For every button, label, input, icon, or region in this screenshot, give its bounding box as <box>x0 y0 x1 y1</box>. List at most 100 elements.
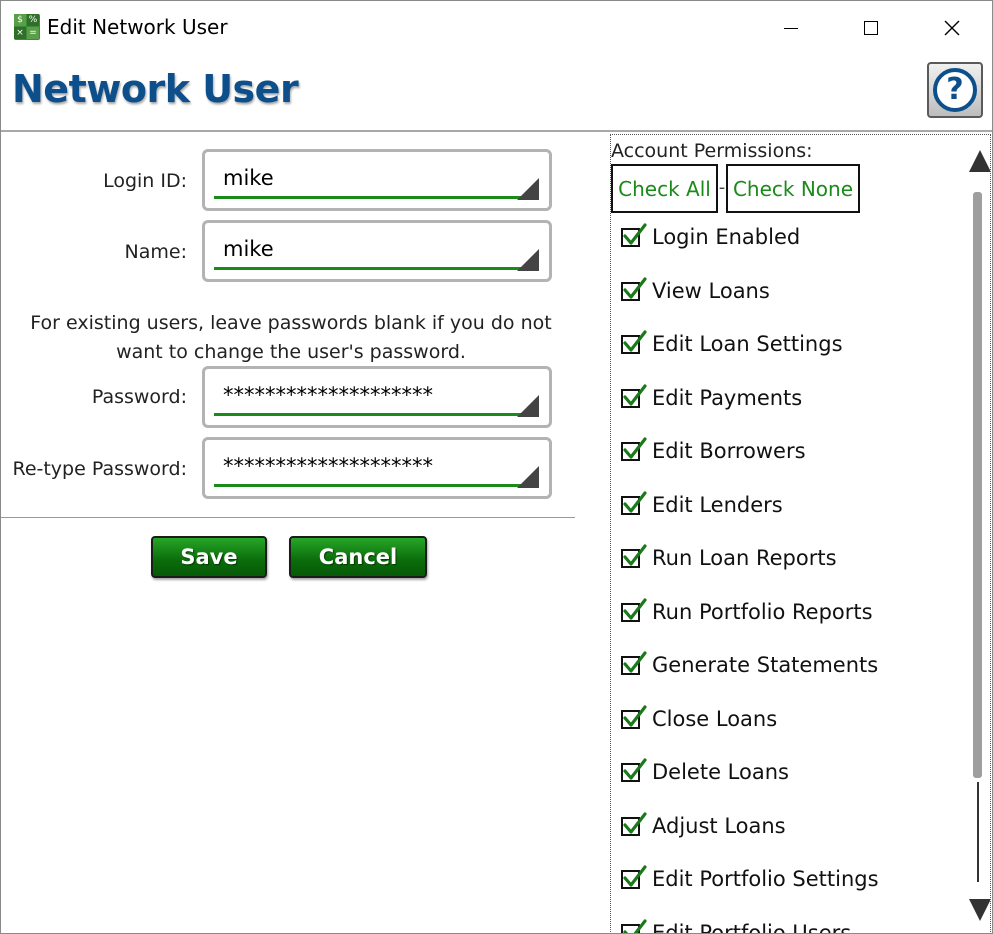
scroll-track[interactable] <box>977 782 979 882</box>
checkmark-icon <box>623 919 647 933</box>
icon-glyph: = <box>27 27 39 39</box>
checkmark-icon <box>623 812 647 834</box>
permission-checkbox[interactable] <box>621 865 647 889</box>
icon-glyph: × <box>14 27 26 39</box>
name-value: mike <box>223 237 274 261</box>
permission-label: Generate Statements <box>652 653 879 677</box>
permission-item[interactable]: Edit Portfolio Users <box>611 919 951 934</box>
maximize-icon <box>864 21 878 35</box>
permission-checkbox[interactable] <box>621 223 647 247</box>
permission-item[interactable]: Edit Payments <box>611 384 951 416</box>
permissions-title: Account Permissions: <box>611 140 813 162</box>
password-label: Password: <box>91 386 187 408</box>
permission-label: View Loans <box>652 279 770 303</box>
permission-label: Adjust Loans <box>652 814 786 838</box>
minimize-icon <box>784 27 798 29</box>
permission-label: Edit Payments <box>652 386 803 410</box>
checkmark-icon <box>623 865 647 887</box>
retype-password-value: ******************** <box>223 454 433 478</box>
password-note: For existing users, leave passwords blan… <box>30 312 552 363</box>
permission-checkbox[interactable] <box>621 491 647 515</box>
checkmark-icon <box>623 437 647 459</box>
close-button[interactable] <box>912 1 992 55</box>
permission-item[interactable]: Login Enabled <box>611 223 951 255</box>
checkmark-icon <box>623 598 647 620</box>
scroll-up-arrow-icon[interactable] <box>969 150 990 172</box>
permission-label: Run Portfolio Reports <box>652 600 873 624</box>
name-field[interactable]: mike <box>202 220 552 282</box>
help-button[interactable]: ? <box>927 62 983 118</box>
permission-item[interactable]: Generate Statements <box>611 651 951 683</box>
resize-grip-icon <box>517 178 539 200</box>
account-permissions-panel: Account Permissions: Check All - Check N… <box>610 134 991 934</box>
checkmark-icon <box>623 705 647 727</box>
save-button[interactable]: Save <box>151 536 267 578</box>
permission-label: Edit Portfolio Users <box>652 921 852 934</box>
field-underline <box>214 484 531 487</box>
permission-label: Close Loans <box>652 707 778 731</box>
login-id-label: Login ID: <box>103 170 187 192</box>
field-underline <box>214 267 531 270</box>
name-label: Name: <box>124 241 187 263</box>
permission-checkbox[interactable] <box>621 758 647 782</box>
permission-item[interactable]: View Loans <box>611 277 951 309</box>
permission-item[interactable]: Edit Borrowers <box>611 437 951 469</box>
permission-item[interactable]: Edit Lenders <box>611 491 951 523</box>
permission-checkbox[interactable] <box>621 277 647 301</box>
permission-item[interactable]: Run Loan Reports <box>611 544 951 576</box>
header-divider <box>1 130 992 132</box>
minimize-button[interactable] <box>751 1 831 55</box>
permission-label: Delete Loans <box>652 760 789 784</box>
permission-checkbox[interactable] <box>621 598 647 622</box>
resize-grip-icon <box>517 249 539 271</box>
checkmark-icon <box>623 223 647 245</box>
retype-password-field[interactable]: ******************** <box>202 437 552 499</box>
permission-label: Login Enabled <box>652 225 801 249</box>
permission-label: Edit Loan Settings <box>652 332 843 356</box>
permission-item[interactable]: Edit Loan Settings <box>611 330 951 362</box>
login-id-field[interactable]: mike <box>202 149 552 211</box>
scroll-thumb[interactable] <box>973 192 982 778</box>
permissions-scrollbar[interactable] <box>967 135 990 933</box>
checkmark-icon <box>623 758 647 780</box>
check-none-button[interactable]: Check None <box>726 164 860 213</box>
permission-item[interactable]: Adjust Loans <box>611 812 951 844</box>
help-icon: ? <box>933 68 977 112</box>
permission-label: Edit Portfolio Settings <box>652 867 879 891</box>
retype-password-label: Re-type Password: <box>12 458 187 480</box>
permission-item[interactable]: Delete Loans <box>611 758 951 790</box>
checkmark-icon <box>623 277 647 299</box>
permission-label: Edit Lenders <box>652 493 783 517</box>
close-icon <box>944 20 960 36</box>
icon-glyph: % <box>27 14 39 26</box>
permission-item[interactable]: Edit Portfolio Settings <box>611 865 951 897</box>
check-all-button[interactable]: Check All <box>611 164 718 213</box>
permission-checkbox[interactable] <box>621 437 647 461</box>
resize-grip-icon <box>517 466 539 488</box>
app-calculator-icon: $ % × = <box>14 14 40 40</box>
permission-checkbox[interactable] <box>621 919 647 933</box>
permission-item[interactable]: Close Loans <box>611 705 951 737</box>
resize-grip-icon <box>517 395 539 417</box>
checkmark-icon <box>623 384 647 406</box>
page-title: Network User <box>12 67 299 111</box>
permission-checkbox[interactable] <box>621 812 647 836</box>
permission-label: Edit Borrowers <box>652 439 806 463</box>
form-divider <box>1 517 575 518</box>
edit-network-user-window: $ % × = Edit Network User Network User ?… <box>0 0 993 934</box>
icon-glyph: $ <box>14 14 26 26</box>
maximize-button[interactable] <box>831 1 911 55</box>
cancel-button[interactable]: Cancel <box>289 536 427 578</box>
scroll-down-arrow-icon[interactable] <box>969 899 990 921</box>
permission-checkbox[interactable] <box>621 651 647 675</box>
permission-checkbox[interactable] <box>621 384 647 408</box>
checkmark-icon <box>623 491 647 513</box>
permission-checkbox[interactable] <box>621 544 647 568</box>
permission-checkbox[interactable] <box>621 330 647 354</box>
permission-label: Run Loan Reports <box>652 546 837 570</box>
permission-checkbox[interactable] <box>621 705 647 729</box>
title-bar: $ % × = Edit Network User <box>1 1 992 55</box>
permission-item[interactable]: Run Portfolio Reports <box>611 598 951 630</box>
checkmark-icon <box>623 651 647 673</box>
password-field[interactable]: ******************** <box>202 366 552 428</box>
